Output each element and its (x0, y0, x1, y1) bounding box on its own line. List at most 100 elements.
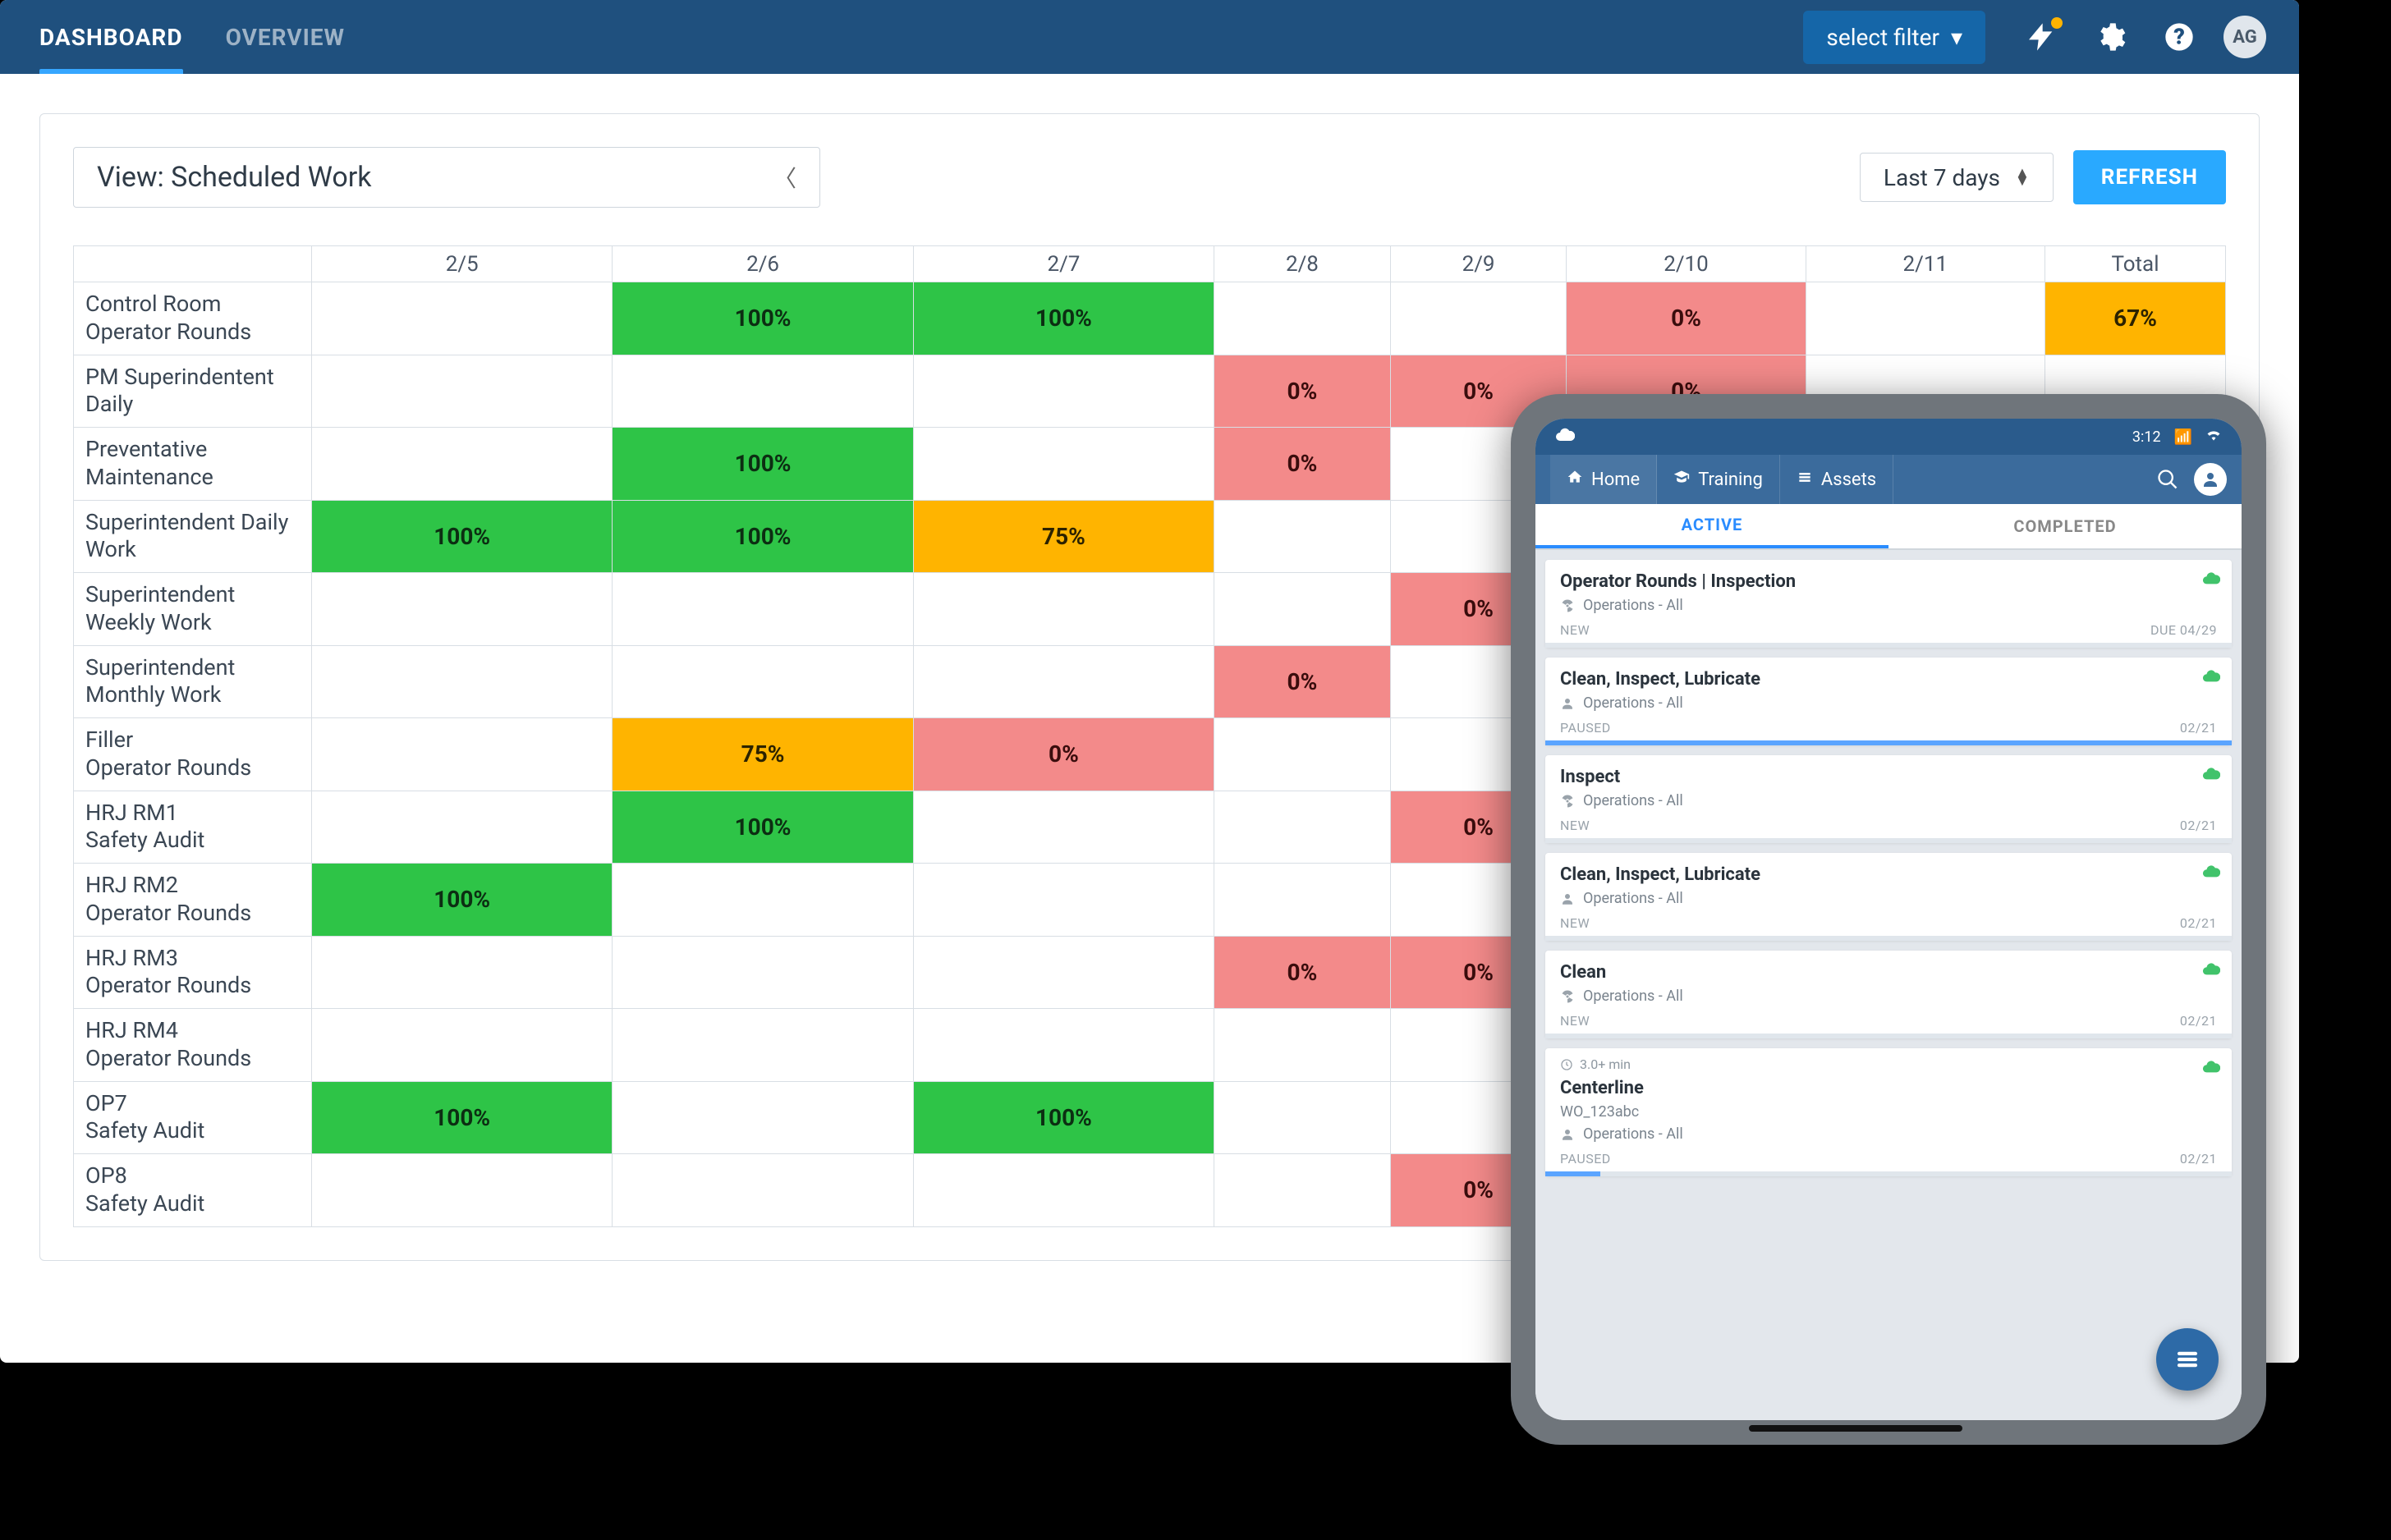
app-avatar[interactable] (2194, 463, 2227, 496)
grid-cell[interactable]: 0% (1214, 428, 1391, 501)
card-code: WO_123abc (1560, 1103, 2217, 1121)
work-card[interactable]: Operator Rounds | InspectionOperations -… (1545, 560, 2232, 648)
row-label: SuperintendentWeekly Work (74, 573, 312, 646)
grid-cell[interactable] (312, 282, 613, 355)
card-progress (1545, 1034, 2232, 1038)
app-tab-training[interactable]: Training (1657, 455, 1780, 504)
grid-cell[interactable] (1806, 282, 2045, 355)
card-duration: 3.0+ min (1560, 1056, 1631, 1072)
work-list[interactable]: Operator Rounds | InspectionOperations -… (1535, 550, 2242, 1420)
grid-cell[interactable]: 0% (1567, 282, 1806, 355)
search-icon[interactable] (2153, 465, 2182, 494)
gear-icon[interactable] (2086, 12, 2135, 62)
grid-cell[interactable] (1214, 791, 1391, 864)
grid-cell[interactable]: 100% (613, 282, 913, 355)
row-label: Control RoomOperator Rounds (74, 282, 312, 355)
refresh-button[interactable]: REFRESH (2073, 150, 2226, 204)
grid-cell[interactable]: 100% (913, 282, 1214, 355)
grid-cell[interactable] (613, 1009, 913, 1082)
work-card[interactable]: InspectOperations - AllNEW02/21 (1545, 755, 2232, 843)
grid-cell[interactable]: 0% (1214, 645, 1391, 718)
card-status: PAUSED (1560, 720, 1611, 736)
grid-cell[interactable] (913, 428, 1214, 501)
work-card[interactable]: Clean, Inspect, LubricateOperations - Al… (1545, 853, 2232, 941)
fab-menu-button[interactable] (2156, 1328, 2219, 1391)
tab-dashboard[interactable]: DASHBOARD (39, 0, 183, 74)
grid-cell[interactable] (312, 573, 613, 646)
grid-cell[interactable] (1214, 718, 1391, 791)
column-header: 2/7 (913, 246, 1214, 282)
grid-cell[interactable] (312, 355, 613, 428)
column-header: 2/5 (312, 246, 613, 282)
grid-cell[interactable] (1214, 864, 1391, 937)
grid-cell[interactable] (312, 1009, 613, 1082)
grid-cell[interactable]: 75% (913, 500, 1214, 573)
card-due: 02/21 (2180, 1013, 2217, 1029)
grid-cell[interactable] (312, 718, 613, 791)
row-label: HRJ RM4Operator Rounds (74, 1009, 312, 1082)
help-icon[interactable]: ? (2155, 12, 2204, 62)
avatar[interactable]: AG (2223, 16, 2266, 58)
grid-cell[interactable] (1214, 1009, 1391, 1082)
home-icon (1567, 469, 1583, 490)
grid-cell[interactable] (913, 791, 1214, 864)
grid-cell[interactable] (312, 1154, 613, 1227)
grid-cell[interactable] (312, 936, 613, 1009)
work-card[interactable]: CleanOperations - AllNEW02/21 (1545, 951, 2232, 1038)
work-card[interactable]: Clean, Inspect, LubricateOperations - Al… (1545, 658, 2232, 745)
grid-cell[interactable]: 100% (913, 1081, 1214, 1154)
grid-cell[interactable] (312, 645, 613, 718)
grid-cell[interactable]: 0% (1214, 355, 1391, 428)
grid-cell[interactable] (913, 936, 1214, 1009)
grid-cell[interactable] (913, 1154, 1214, 1227)
card-org: Operations - All (1560, 1125, 2217, 1143)
grid-cell[interactable]: 100% (312, 500, 613, 573)
status-time: 3:12 (2132, 429, 2161, 446)
grid-cell[interactable]: 67% (2045, 282, 2226, 355)
grid-cell[interactable]: 100% (613, 428, 913, 501)
grid-cell[interactable] (613, 864, 913, 937)
grid-cell[interactable] (1214, 1154, 1391, 1227)
grid-cell[interactable] (1214, 282, 1391, 355)
grid-cell[interactable] (913, 573, 1214, 646)
card-due: 02/21 (2180, 1151, 2217, 1166)
grid-cell[interactable] (1214, 1081, 1391, 1154)
grid-cell[interactable] (613, 1081, 913, 1154)
bolt-icon[interactable] (2017, 12, 2066, 62)
app-tab-home[interactable]: Home (1550, 455, 1657, 504)
grid-cell[interactable]: 100% (312, 864, 613, 937)
grid-cell[interactable] (913, 1009, 1214, 1082)
grid-cell[interactable] (913, 355, 1214, 428)
grid-cell[interactable]: 75% (613, 718, 913, 791)
grid-cell[interactable] (312, 428, 613, 501)
grid-cell[interactable] (913, 864, 1214, 937)
layers-icon (1797, 469, 1813, 490)
date-range-select[interactable]: Last 7 days ▲▼ (1860, 153, 2054, 202)
grid-cell[interactable] (1214, 573, 1391, 646)
tab-overview[interactable]: OVERVIEW (226, 0, 345, 74)
card-org: Operations - All (1560, 792, 2217, 809)
grid-cell[interactable]: 0% (913, 718, 1214, 791)
app-tab-assets[interactable]: Assets (1780, 455, 1893, 504)
grid-cell[interactable] (1390, 282, 1567, 355)
grid-cell[interactable]: 100% (613, 500, 913, 573)
card-title: Inspect (1560, 767, 2217, 787)
work-card[interactable]: 3.0+ minCenterlineWO_123abcOperations - … (1545, 1048, 2232, 1176)
grid-cell[interactable]: 100% (613, 791, 913, 864)
grid-cell[interactable] (312, 791, 613, 864)
grid-cell[interactable] (1214, 500, 1391, 573)
subtab-completed[interactable]: COMPLETED (1888, 504, 2242, 548)
subtab-active[interactable]: ACTIVE (1535, 504, 1888, 548)
select-filter-button[interactable]: select filter ▾ (1803, 11, 1985, 64)
grid-cell[interactable] (613, 1154, 913, 1227)
sync-cloud-icon (2202, 1058, 2220, 1079)
column-header: 2/11 (1806, 246, 2045, 282)
view-select[interactable]: View: Scheduled Work 〈 (73, 147, 820, 208)
grid-cell[interactable] (613, 645, 913, 718)
grid-cell[interactable]: 100% (312, 1081, 613, 1154)
grid-cell[interactable] (613, 573, 913, 646)
grid-cell[interactable] (913, 645, 1214, 718)
grid-cell[interactable] (613, 355, 913, 428)
grid-cell[interactable] (613, 936, 913, 1009)
grid-cell[interactable]: 0% (1214, 936, 1391, 1009)
